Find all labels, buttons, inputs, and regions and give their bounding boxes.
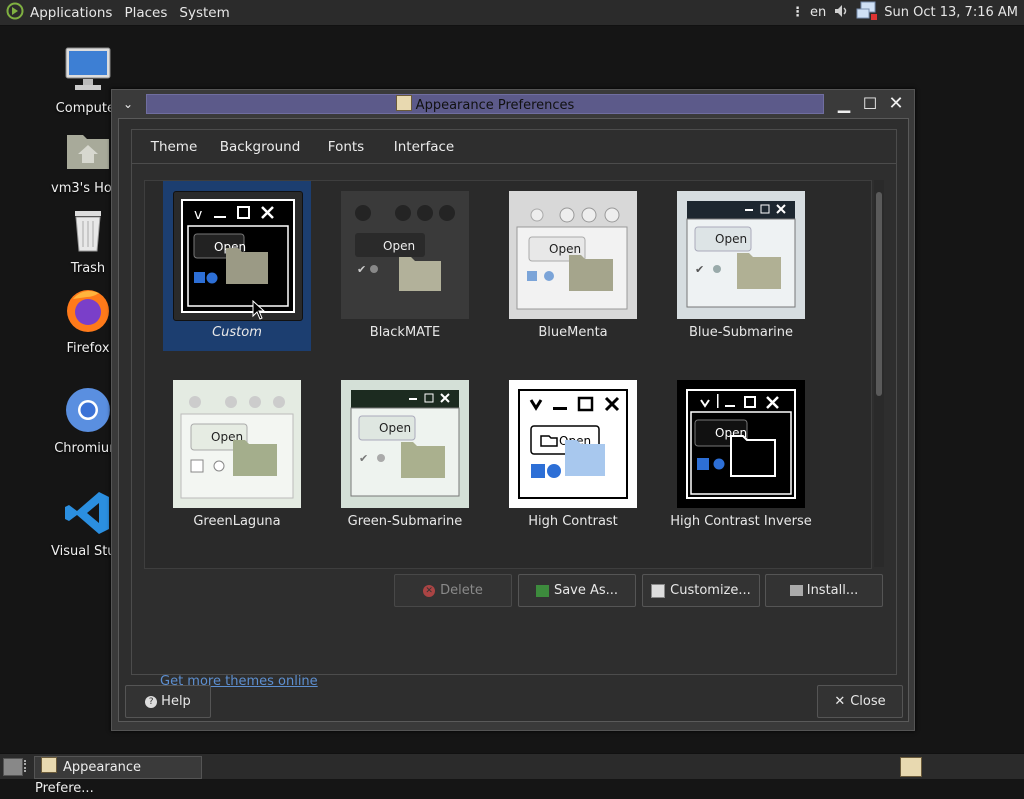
minimize-icon[interactable]: ▁ [834,94,854,114]
more-icon[interactable]: ⋮ [791,5,804,20]
maximize-icon[interactable]: ☐ [860,94,880,114]
theme-preview: Open [509,380,637,508]
titlebar[interactable]: ⌄ Appearance Preferences ▁ ☐ ✕ [112,90,914,117]
save-as-button-label: Save As... [553,583,619,598]
workspace-switcher-icon[interactable] [24,760,32,772]
theme-item-bluementa[interactable]: Open BlueMenta [499,181,647,351]
theme-item-custom[interactable]: v Open Custom [163,181,311,351]
window-menu-icon[interactable]: ⌄ [118,94,138,114]
theme-name: BlueMenta [538,325,608,340]
tab-interface-label: Interface [393,139,455,155]
volume-icon[interactable] [832,2,850,24]
home-folder-icon [63,135,113,179]
places-menu-label: Places [124,4,168,21]
delete-button[interactable]: ✕ Delete [394,574,512,607]
customize-icon [651,583,666,598]
theme-preview: Open [509,191,637,319]
theme-grid[interactable]: v Open Custom Open ✔ BlackMATE Open Blue… [144,180,872,569]
taskbar-button-appearance[interactable]: Appearance Prefere... [34,756,202,796]
theme-name: BlackMATE [369,325,441,340]
svg-text:✔: ✔ [359,452,368,465]
theme-item-green-submarine[interactable]: Open ✔ Green-Submarine [331,370,479,540]
show-desktop-icon[interactable] [3,758,23,776]
theme-tab-panel: v Open Custom Open ✔ BlackMATE Open Blue… [131,163,897,689]
network-icon[interactable] [856,1,878,25]
system-menu-label: System [179,4,230,21]
save-icon [535,584,549,597]
customize-button[interactable]: Customize... [642,574,760,607]
clock[interactable]: Sun Oct 13, 7:16 AM [884,5,1018,20]
install-icon [789,585,803,596]
save-as-button[interactable]: Save As... [518,574,636,607]
vscode-icon [63,492,113,542]
theme-name: Green-Submarine [347,514,463,529]
close-button-label: Close [850,694,886,709]
mate-logo-icon [6,2,24,24]
theme-preview: v Open [173,191,303,321]
tab-bar: Theme Background Fonts Interface [131,129,897,166]
theme-item-blue-submarine[interactable]: Open ✔ Blue-Submarine [667,181,815,351]
tab-background[interactable]: Background [214,130,306,164]
close-x-icon: ✕ [834,694,846,709]
chromium-icon [63,388,113,439]
bottom-panel: Appearance Prefere... [0,753,1024,796]
delete-button-label: Delete [440,583,483,598]
window-title[interactable]: Appearance Preferences [146,94,824,114]
tab-theme[interactable]: Theme [138,130,210,166]
applications-menu[interactable]: Applications [0,0,118,25]
svg-text:Open: Open [383,239,415,253]
tray-appearance-icon[interactable] [900,757,922,777]
theme-item-high-contrast[interactable]: Open High Contrast [499,370,647,540]
keyboard-layout[interactable]: en [810,5,826,20]
scrollbar-thumb[interactable] [876,192,882,396]
applications-menu-label: Applications [30,4,113,21]
tab-background-label: Background [219,139,301,155]
theme-item-greenlaguna[interactable]: Open GreenLaguna [163,370,311,540]
theme-preview: Open [173,380,301,508]
appearance-task-icon [41,757,57,773]
help-button-label: Help [161,694,191,709]
delete-icon: ✕ [423,584,436,597]
svg-text:Open: Open [379,421,411,435]
theme-name: GreenLaguna [193,514,281,529]
theme-item-blackmate[interactable]: Open ✔ BlackMATE [331,181,479,351]
theme-grid-scrollbar[interactable] [874,180,884,567]
system-menu[interactable]: System [173,0,235,25]
theme-name: Custom [212,325,262,340]
tab-interface[interactable]: Interface [386,130,462,164]
svg-text:✔: ✔ [357,263,366,276]
tab-theme-label: Theme [150,139,198,155]
appearance-icon [395,95,412,111]
install-button[interactable]: Install... [765,574,883,607]
tab-fonts-label: Fonts [327,139,365,155]
trash-icon [63,211,113,259]
window-title-label: Appearance Preferences [415,98,575,113]
svg-text:Open: Open [549,242,581,256]
close-button[interactable]: ✕ Close [817,685,903,718]
svg-text:✔: ✔ [695,263,704,276]
mouse-cursor-icon [252,299,266,324]
svg-text:v: v [194,207,202,223]
theme-name: High Contrast Inverse [670,514,812,529]
help-icon: ? [145,695,158,708]
svg-text:Open: Open [715,232,747,246]
top-panel: Applications Places System ⋮ en Sun Oct … [0,0,1024,26]
theme-preview: Open [677,380,805,508]
dialog-content: Theme Background Fonts Interface v Open … [118,118,909,722]
close-icon[interactable]: ✕ [886,94,906,114]
tab-fonts[interactable]: Fonts [316,130,376,164]
theme-preview: Open ✔ [341,191,469,319]
theme-preview: Open ✔ [677,191,805,319]
theme-preview: Open ✔ [341,380,469,508]
theme-name: High Contrast [528,514,618,529]
help-button[interactable]: ? Help [125,685,211,718]
theme-name: Blue-Submarine [688,325,794,340]
computer-icon [63,47,113,99]
theme-item-high-contrast-inverse[interactable]: Open High Contrast Inverse [667,370,815,540]
install-button-label: Install... [806,583,859,598]
firefox-icon [63,290,113,339]
places-menu[interactable]: Places [118,0,173,25]
customize-button-label: Customize... [670,583,751,598]
appearance-preferences-window: ⌄ Appearance Preferences ▁ ☐ ✕ Theme Bac… [111,89,915,731]
